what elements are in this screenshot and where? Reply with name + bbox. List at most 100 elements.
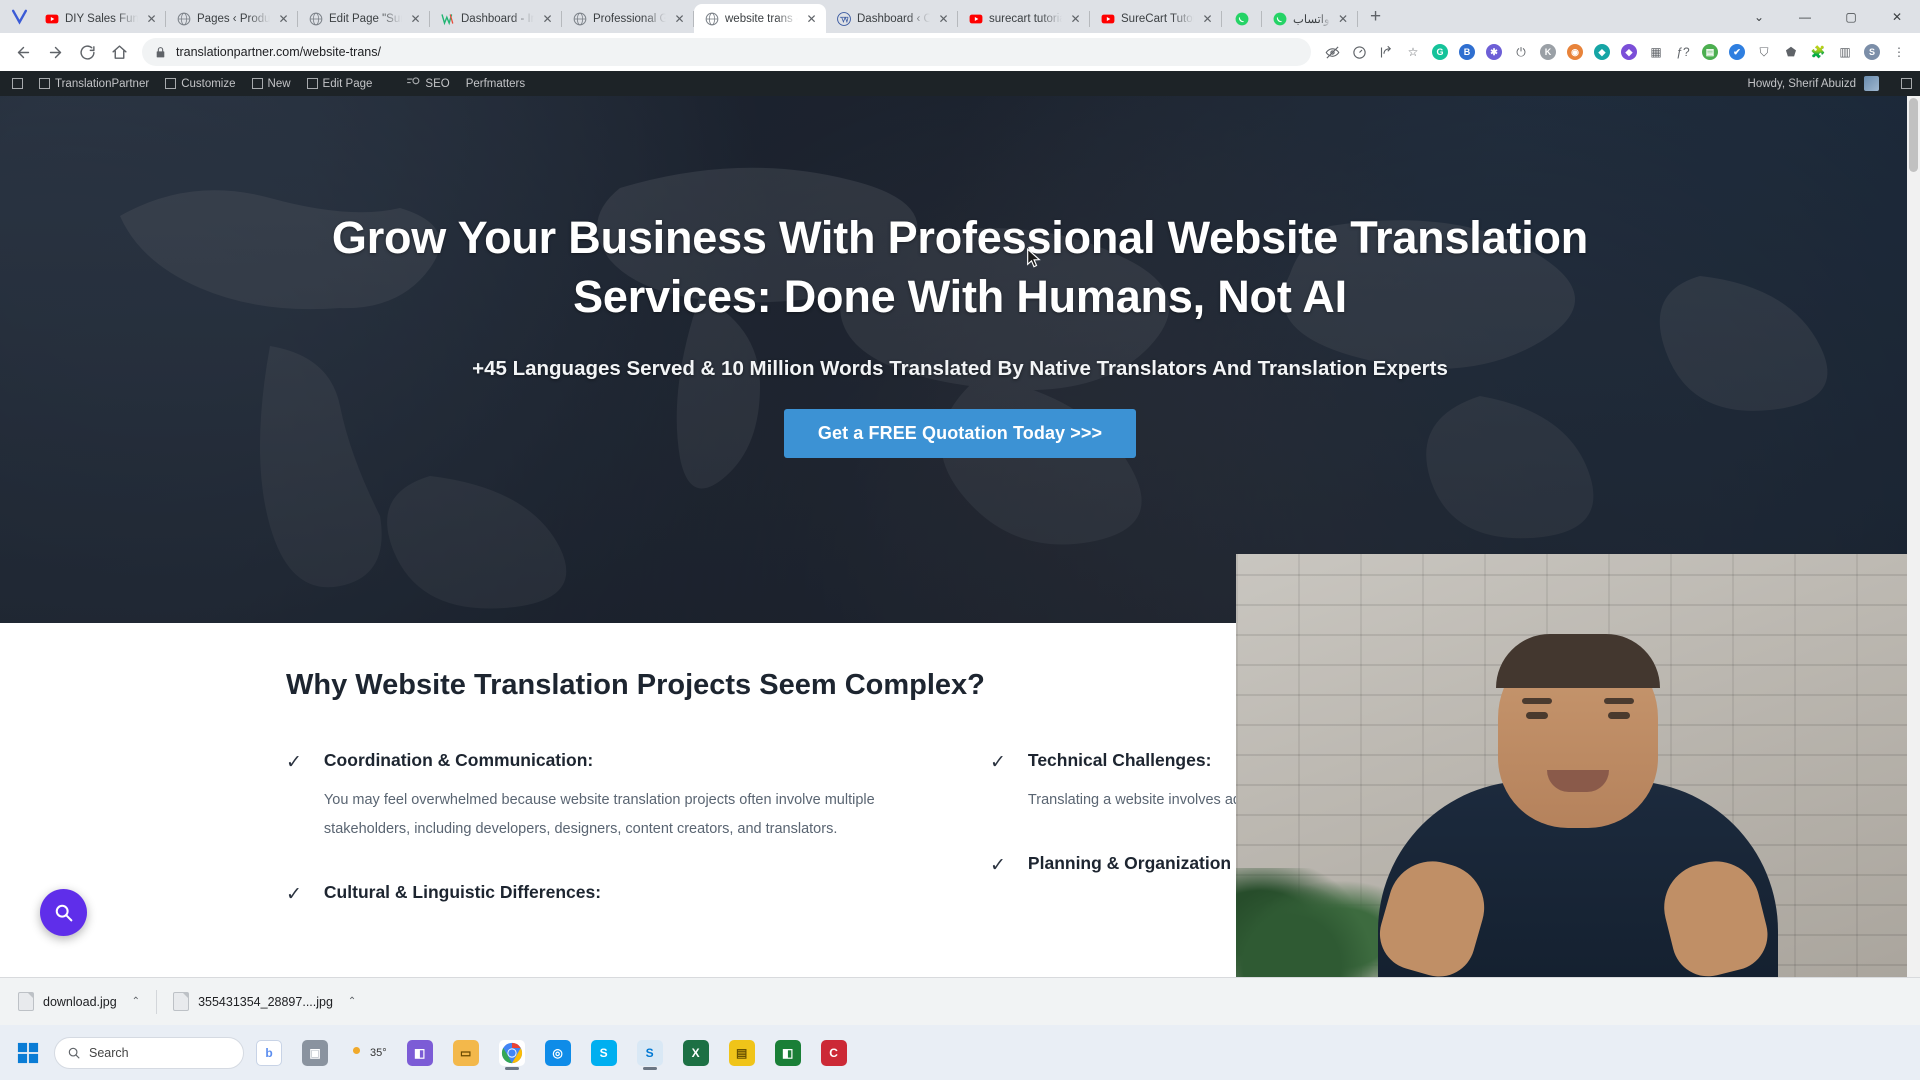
tab-close-icon[interactable]: ✕ [936,11,951,26]
scrollbar-thumb[interactable] [1909,98,1918,172]
eye-slash-icon[interactable] [1319,38,1345,66]
taskbar-item-camtasia[interactable]: C [813,1032,855,1074]
speedometer-icon[interactable] [1346,38,1372,66]
address-bar[interactable]: translationpartner.com/website-trans/ [142,38,1311,66]
wordpress-admin-bar: TranslationPartner Customize New Edit Pa… [0,71,1920,96]
admin-bar-item-edit-page[interactable]: Edit Page [299,71,381,96]
tab-close-icon[interactable]: ✕ [408,11,423,26]
whatsapp-icon [1272,11,1287,26]
teal-extension-icon[interactable]: ◆ [1589,38,1615,66]
browser-tab[interactable]: واتساب ✕ [1262,4,1358,33]
download-item[interactable]: 355431354_28897....jpg ⌃ [163,985,366,1019]
tab-close-icon[interactable]: ✕ [1068,11,1083,26]
tab-title: Professional Glob [593,12,666,25]
chevron-up-icon[interactable]: ⌃ [132,996,140,1007]
admin-bar-item-new[interactable]: New [244,71,299,96]
search-bubble-button[interactable] [40,889,87,936]
share-icon[interactable] [1373,38,1399,66]
webcam-video-overlay[interactable] [1236,554,1920,994]
purple-extension-icon[interactable]: ◆ [1616,38,1642,66]
minimize-button[interactable]: — [1782,0,1828,33]
green-extension-icon[interactable]: ▤ [1697,38,1723,66]
taskbar-item-file-explorer[interactable]: ▭ [445,1032,487,1074]
browser-tab[interactable] [1222,4,1262,33]
taskbar-item-mail[interactable]: ◧ [399,1032,441,1074]
browser-tab[interactable]: DIY Sales Funnel # ✕ [34,4,166,33]
wealthy-affiliate-icon [440,11,455,26]
browser-tab[interactable]: Dashboard ‹ Child ✕ [826,4,958,33]
get-quotation-button[interactable]: Get a FREE Quotation Today >>> [783,408,1137,458]
blue-check-icon[interactable]: ✔ [1724,38,1750,66]
chrome-menu-icon[interactable]: ⋮ [1886,38,1912,66]
tab-close-icon[interactable]: ✕ [276,11,291,26]
power-icon[interactable]: ⏻ [1508,38,1534,66]
bookmark-star-icon[interactable]: ☆ [1400,38,1426,66]
tab-close-icon[interactable]: ✕ [1200,11,1215,26]
reload-button[interactable] [72,37,102,67]
fullscreen-toggle-icon[interactable] [1901,78,1912,89]
taskbar-item-copilot[interactable]: b [248,1032,290,1074]
tab-close-icon[interactable]: ✕ [540,11,555,26]
profile-avatar[interactable]: S [1859,38,1885,66]
browser-tab[interactable]: Dashboard - Insta ✕ [430,4,562,33]
browser-tab[interactable]: Professional Glob ✕ [562,4,694,33]
taskbar-item-excel[interactable]: X [675,1032,717,1074]
browser-tab[interactable]: SureCart Tutorial ✕ [1090,4,1222,33]
windows-start-icon[interactable] [12,1037,44,1069]
admin-bar-item-perfmatters[interactable]: Perfmatters [458,71,533,96]
feature-heading: Cultural & Linguistic Differences: [323,882,602,902]
maximize-button[interactable]: ▢ [1828,0,1874,33]
shield-icon[interactable]: ⛉ [1751,38,1777,66]
browser-tab[interactable]: Edit Page "Survey ✕ [298,4,430,33]
taskbar-item-skype-business[interactable]: S [629,1032,671,1074]
howdy-label[interactable]: Howdy, Sherif Abuizd [1748,78,1856,90]
tag-icon[interactable]: ⬟ [1778,38,1804,66]
grid-extension-icon[interactable]: ▦ [1643,38,1669,66]
taskbar-item-skype[interactable]: S [583,1032,625,1074]
tab-close-icon[interactable]: ✕ [672,11,687,26]
close-button[interactable]: ✕ [1874,0,1920,33]
puzzle-icon[interactable]: 🧩 [1805,38,1831,66]
function-icon[interactable]: ƒ? [1670,38,1696,66]
taskbar-weather-widget[interactable]: 35° [340,1032,395,1074]
hero-heading: Grow Your Business With Professional Web… [331,212,1589,323]
taskbar-item-notes[interactable]: ▤ [721,1032,763,1074]
browser-tab[interactable]: website trans - Tra ✕ [694,4,826,33]
new-tab-button[interactable]: + [1362,3,1390,31]
download-item[interactable]: download.jpg ⌃ [8,985,150,1019]
presenter-eye-left [1526,712,1548,719]
page-scrollbar[interactable] [1907,96,1920,994]
taskbar-item-task-view[interactable]: ▣ [294,1032,336,1074]
check-icon: ✓ [990,855,1006,876]
browser-tab[interactable]: Pages ‹ Productivi ✕ [166,4,298,33]
tab-search-icon[interactable]: ⌄ [1736,0,1782,33]
taskbar-item-chrome[interactable] [491,1032,533,1074]
forward-button[interactable] [40,37,70,67]
tab-title: Edit Page "Survey [329,12,402,25]
sidepanel-icon[interactable]: ▥ [1832,38,1858,66]
admin-bar-item-seo[interactable]: SEO [398,71,457,96]
taskbar-item-edge[interactable]: ◎ [537,1032,579,1074]
gear-sun-icon[interactable]: ✱ [1481,38,1507,66]
taskbar-item-outlook[interactable]: ◧ [767,1032,809,1074]
admin-bar-item-wp-logo[interactable] [4,71,31,96]
admin-bar-label: Perfmatters [465,77,526,90]
admin-bar-item-customize[interactable]: Customize [157,71,243,96]
home-button[interactable] [104,37,134,67]
presenter-head [1496,634,1660,828]
orange-extension-icon[interactable]: ◉ [1562,38,1588,66]
tab-close-icon[interactable]: ✕ [1336,11,1351,26]
dictionary-icon[interactable]: B [1454,38,1480,66]
extensions-container: ☆ G B ✱ ⏻ K ◉ ◆ ◆ ▦ ƒ? ▤ ✔ ⛉ ⬟ 🧩 ▥ S ⋮ [1319,38,1912,66]
chevron-up-icon[interactable]: ⌃ [348,996,356,1007]
admin-bar-item-site[interactable]: TranslationPartner [31,71,157,96]
taskbar-search-box[interactable]: Search [54,1036,244,1069]
browser-tab[interactable]: surecart tutorial - ✕ [958,4,1090,33]
user-avatar[interactable] [1864,76,1879,91]
window-controls: ⌄ — ▢ ✕ [1736,0,1920,33]
k-extension-icon[interactable]: K [1535,38,1561,66]
grammarly-icon[interactable]: G [1427,38,1453,66]
back-button[interactable] [8,37,38,67]
tab-close-icon[interactable]: ✕ [144,11,159,26]
tab-close-icon[interactable]: ✕ [804,11,819,26]
